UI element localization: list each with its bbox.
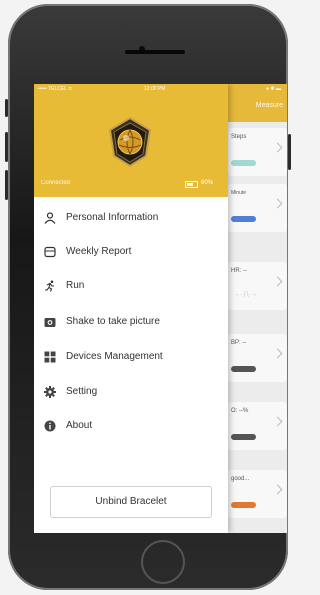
card-label: BP: -- — [231, 340, 247, 346]
menu-item-label: About — [66, 420, 93, 431]
home-button[interactable] — [141, 540, 185, 584]
card-label: good... — [231, 476, 250, 482]
menu-item-shake-to-take-picture[interactable]: Shake to take picture — [34, 307, 228, 337]
power-button — [288, 134, 291, 170]
chevron-right-icon — [272, 484, 283, 495]
info-icon — [44, 420, 56, 432]
menu-item-label: Devices Management — [66, 351, 163, 362]
menu-item-label: Shake to take picture — [66, 316, 160, 327]
report-icon — [44, 246, 56, 258]
chevron-right-icon — [272, 198, 283, 209]
volume-up-button — [5, 132, 8, 162]
card-bar — [231, 160, 256, 166]
sleep-card[interactable]: good... — [228, 470, 287, 518]
brand-logo — [108, 116, 152, 168]
oxygen-card[interactable]: O: --% — [228, 402, 287, 450]
menu-item-label: Run — [66, 280, 85, 291]
grid-icon — [44, 351, 56, 363]
menu-item-devices-management[interactable]: Devices Management — [34, 342, 228, 372]
menu-item-setting[interactable]: Setting — [34, 377, 228, 407]
menu-item-label: Weekly Report — [66, 246, 132, 257]
phone-frame: ● ✱ ▬ Measure Steps Minute HR: -- -·/\·-… — [5, 4, 291, 590]
chevron-right-icon — [272, 416, 283, 427]
heart-rate-card[interactable]: HR: -- -·/\·- — [228, 262, 287, 310]
card-label: HR: -- — [231, 268, 247, 274]
card-bar — [231, 502, 256, 508]
menu-item-label: Personal Information — [66, 212, 159, 223]
screen: ● ✱ ▬ Measure Steps Minute HR: -- -·/\·-… — [34, 84, 287, 533]
volume-down-button — [5, 170, 8, 200]
card-label: O: --% — [231, 408, 249, 414]
status-bar: ••••• TELCEL ≎ 12:00 PM — [34, 84, 228, 94]
person-icon — [44, 212, 56, 224]
side-drawer: ••••• TELCEL ≎ 12:00 PM Connected 60% Pe… — [34, 84, 228, 533]
chevron-right-icon — [272, 348, 283, 359]
chevron-right-icon — [272, 142, 283, 153]
blood-pressure-card[interactable]: BP: -- — [228, 334, 287, 382]
menu-item-label: Setting — [66, 386, 98, 397]
carrier-label: ••••• TELCEL ≎ — [38, 86, 73, 92]
menu-item-about[interactable]: About — [34, 411, 228, 441]
run-icon — [45, 280, 54, 292]
menu-item-weekly-report[interactable]: Weekly Report — [34, 237, 228, 267]
clock: 12:00 PM — [144, 86, 166, 92]
camera-icon — [44, 318, 56, 327]
activity-card[interactable]: Minute — [228, 184, 287, 232]
gear-icon — [44, 386, 56, 398]
status-icons: ● ✱ ▬ — [266, 86, 281, 92]
drawer-header: ••••• TELCEL ≎ 12:00 PM Connected 60% — [34, 84, 228, 197]
main-title[interactable]: Measure — [256, 102, 283, 109]
card-label: Minute — [231, 190, 247, 196]
battery-level: 60% — [201, 180, 214, 186]
menu-item-personal-information[interactable]: Personal Information — [34, 203, 228, 233]
card-label: Steps — [231, 134, 247, 140]
unbind-bracelet-button[interactable]: Unbind Bracelet — [50, 486, 212, 518]
mute-switch — [5, 99, 8, 117]
earpiece-speaker — [125, 50, 185, 54]
card-bar — [231, 434, 256, 440]
menu-item-run[interactable]: Run — [34, 271, 228, 301]
card-bar — [231, 216, 256, 222]
card-bar — [231, 366, 256, 372]
hr-line: -·/\·- — [236, 290, 258, 299]
battery-icon — [185, 181, 198, 188]
chevron-right-icon — [272, 276, 283, 287]
steps-card[interactable]: Steps — [228, 128, 287, 176]
connection-status: Connected — [41, 180, 71, 186]
